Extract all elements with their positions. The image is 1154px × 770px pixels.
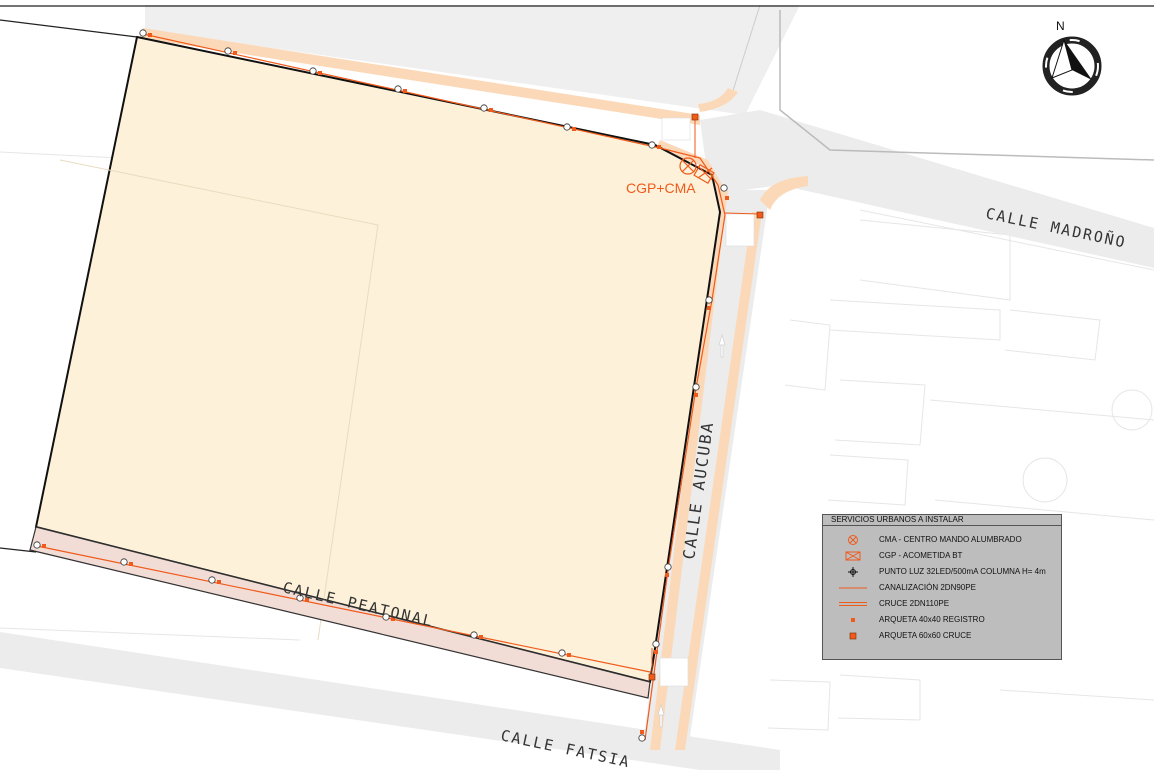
legend-row-arqueta-60: ARQUETA 60x60 CRUCE — [823, 629, 1061, 643]
legend-row-cruce: CRUCE 2DN110PE — [823, 597, 1061, 611]
cgp-cma-label: CGP+CMA — [626, 180, 696, 196]
north-letter: N — [1056, 19, 1065, 33]
legend-text-canalizacion: CANALIZACIÓN 2DN90PE — [879, 583, 976, 592]
main-plot — [34, 35, 722, 684]
legend-row-light: PUNTO LUZ 32LED/500mA COLUMNA H= 4m — [823, 565, 1061, 579]
legend-row-canalizacion: CANALIZACIÓN 2DN90PE — [823, 581, 1061, 595]
legend-text-cma: CMA - CENTRO MANDO ALUMBRADO — [879, 535, 1022, 544]
legend-text-arqueta-40: ARQUETA 40x40 REGISTRO — [879, 615, 985, 624]
light-point-icon — [848, 567, 858, 577]
double-line-icon — [839, 602, 867, 606]
legend-text-cruce: CRUCE 2DN110PE — [879, 599, 950, 608]
north-arrow-icon: N — [1042, 19, 1102, 96]
small-square-icon — [851, 618, 855, 622]
legend-panel: SERVICIOS URBANOS A INSTALAR CMA - CENTR… — [822, 514, 1062, 660]
legend-text-cgp: CGP - ACOMETIDA BT — [879, 551, 963, 560]
cgp-icon — [845, 551, 861, 561]
legend-text-arqueta-60: ARQUETA 60x60 CRUCE — [879, 631, 972, 640]
legend-text-light: PUNTO LUZ 32LED/500mA COLUMNA H= 4m — [879, 567, 1046, 576]
single-line-icon — [839, 587, 867, 589]
legend-row-arqueta-40: ARQUETA 40x40 REGISTRO — [823, 613, 1061, 627]
legend-row-cgp: CGP - ACOMETIDA BT — [823, 549, 1061, 563]
legend-row-cma: CMA - CENTRO MANDO ALUMBRADO — [823, 533, 1061, 547]
legend-title: SERVICIOS URBANOS A INSTALAR — [823, 515, 1061, 526]
large-square-icon — [849, 632, 857, 640]
cma-icon — [848, 535, 858, 545]
